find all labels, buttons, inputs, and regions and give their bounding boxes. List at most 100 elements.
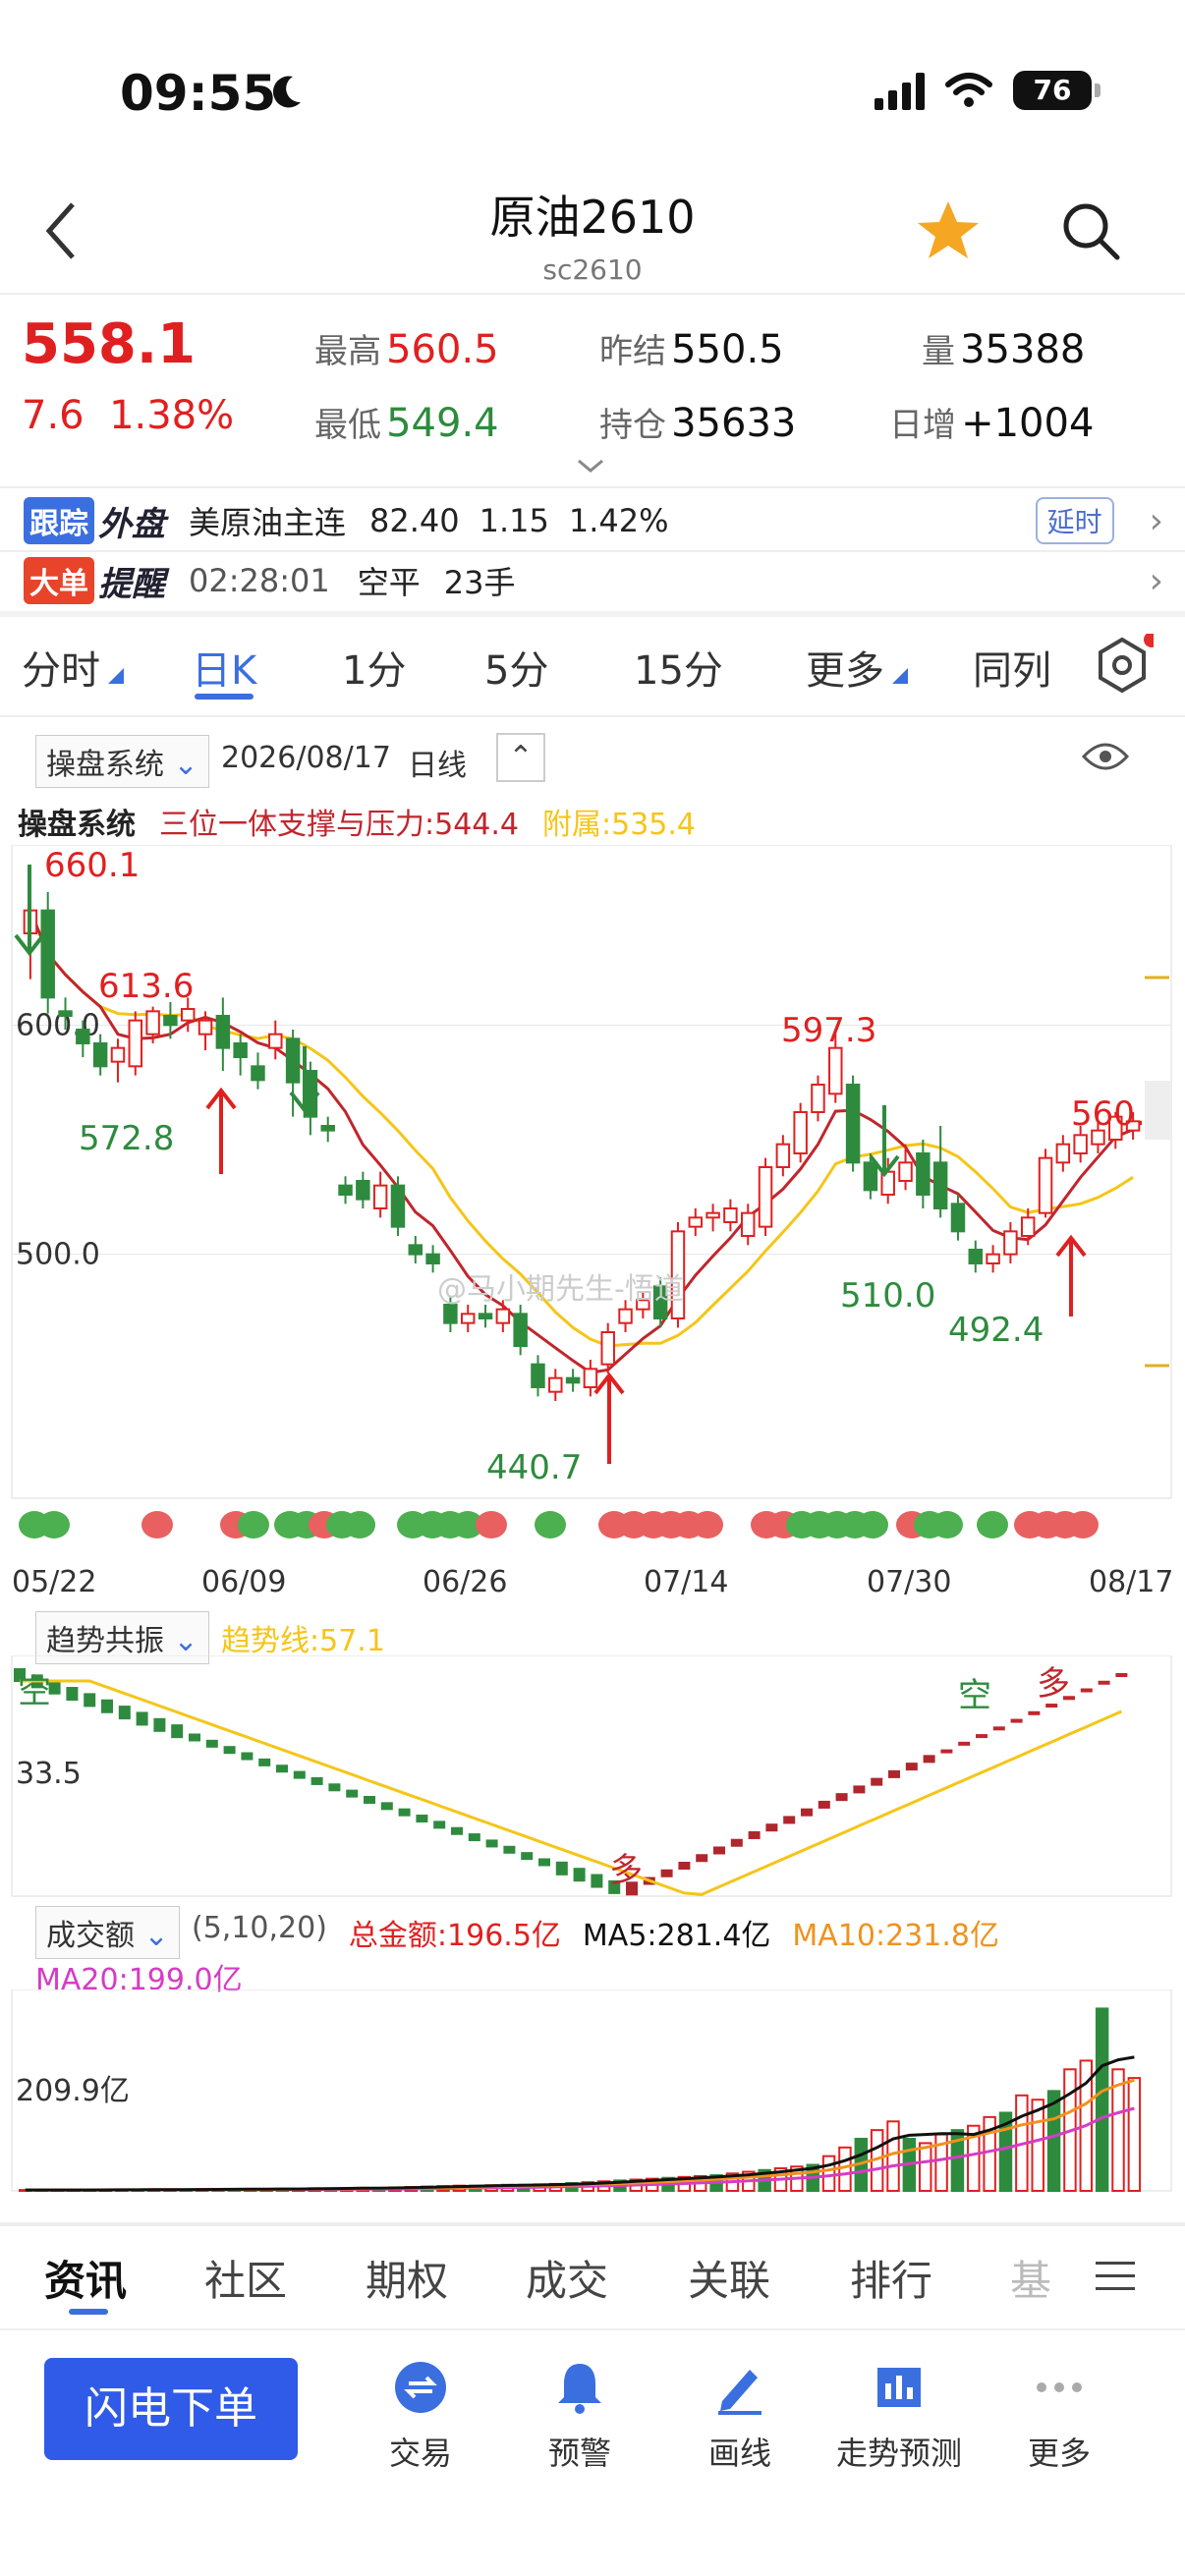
- candle-body: [932, 1161, 948, 1210]
- menu-icon[interactable]: [1096, 2260, 1135, 2293]
- trend-bar: [783, 1816, 796, 1824]
- nav-draw[interactable]: 画线: [661, 2358, 818, 2474]
- candle-body: [92, 1042, 108, 1068]
- tab-fundamentals[interactable]: 基: [1010, 2248, 1051, 2308]
- trend-label: 多: [609, 1851, 643, 1890]
- nav-trade[interactable]: 交易: [342, 2358, 499, 2474]
- trend-bar: [678, 1862, 691, 1871]
- open-interest-field: 持仓 35633: [599, 398, 796, 446]
- turnover-bar: [1127, 2077, 1142, 2192]
- nav-more[interactable]: 更多: [981, 2358, 1138, 2474]
- turnover-legend: (5,10,20) 总金额:196.5亿 MA5:281.4亿 MA10:231…: [192, 1911, 999, 1954]
- alert-type: 空平: [357, 564, 421, 601]
- nav-divider: [0, 2328, 1185, 2330]
- turnover-dropdown[interactable]: 成交额 ⌄: [35, 1906, 180, 1959]
- page-title: 原油2610: [489, 191, 696, 244]
- candle-body: [740, 1211, 756, 1237]
- tab-timeshare[interactable]: 分时: [22, 639, 100, 696]
- x-tick-label: 07/14: [644, 1565, 728, 1599]
- ai-marker: [977, 1511, 1008, 1539]
- nav-trade-label: 交易: [388, 2435, 452, 2472]
- trend-bar: [136, 1711, 148, 1726]
- collapse-button[interactable]: ⌃: [496, 733, 545, 782]
- tab-options[interactable]: 期权: [366, 2248, 448, 2308]
- tab-same-list[interactable]: 同列: [973, 639, 1051, 696]
- trend-bar: [713, 1846, 725, 1855]
- chevron-down-icon: ⌄: [173, 748, 198, 782]
- price-annotation: 492.4: [948, 1311, 1044, 1350]
- chevron-down-icon: ⌄: [143, 1919, 169, 1953]
- candle-body: [811, 1084, 825, 1113]
- header-divider: [0, 293, 1185, 295]
- tab-5min[interactable]: 5分: [484, 639, 548, 696]
- turnover-dropdown-label: 成交额: [46, 1919, 135, 1953]
- system-dropdown[interactable]: 操盘系统 ⌄: [35, 735, 209, 788]
- tab-15min[interactable]: 15分: [634, 639, 723, 696]
- candle-body: [285, 1037, 301, 1084]
- trend-line: [20, 1679, 1123, 1896]
- candle-body: [372, 1184, 388, 1209]
- price-annotation: 597.3: [781, 1011, 876, 1050]
- tab-news[interactable]: 资讯: [44, 2248, 127, 2308]
- candle-body: [180, 1008, 196, 1022]
- tab-ranking[interactable]: 排行: [850, 2248, 932, 2308]
- x-tick-label: 08/17: [1089, 1565, 1173, 1599]
- candle-body: [268, 1033, 283, 1049]
- cellular-signal-icon: [875, 71, 925, 110]
- trend-bar: [485, 1839, 498, 1848]
- trend-bar: [923, 1755, 935, 1764]
- news-tab-indicator: [69, 2309, 108, 2315]
- settings-hex-icon[interactable]: [1091, 634, 1154, 697]
- tab-related[interactable]: 关联: [688, 2248, 770, 2308]
- low-field: 最低 549.4: [314, 398, 499, 446]
- ai-marker: [38, 1511, 70, 1539]
- trend-chart: 33.5空多空多: [11, 1655, 1172, 1897]
- track-row[interactable]: 跟踪 外盘 美原油主连 82.40 1.15 1.42% 延时 ›: [24, 496, 1163, 545]
- x-tick-label: 06/09: [201, 1565, 286, 1599]
- trend-bar: [1045, 1704, 1058, 1708]
- trend-bar: [1010, 1718, 1023, 1723]
- big-order-tag: 大单: [24, 557, 94, 604]
- search-icon[interactable]: [1056, 196, 1125, 265]
- candle-body: [758, 1166, 773, 1228]
- trend-bar: [189, 1733, 200, 1742]
- tab-1min[interactable]: 1分: [342, 639, 406, 696]
- ai-marker: [476, 1511, 507, 1539]
- tab-community[interactable]: 社区: [204, 2248, 287, 2308]
- candle-body: [583, 1368, 598, 1388]
- candle-body: [145, 1010, 160, 1036]
- tab-daily-k[interactable]: 日K: [192, 639, 256, 696]
- trend-bar: [958, 1741, 971, 1746]
- pen-icon: [718, 2370, 762, 2415]
- candle-body: [688, 1216, 704, 1228]
- tab-more[interactable]: 更多: [806, 639, 884, 696]
- trend-bar: [538, 1858, 550, 1867]
- change-percent: 1.38%: [109, 393, 235, 438]
- favorite-star-icon[interactable]: [914, 196, 983, 265]
- tab-trades[interactable]: 成交: [526, 2248, 608, 2308]
- trend-label: 空: [958, 1676, 991, 1715]
- candle-body: [565, 1376, 581, 1384]
- eye-icon[interactable]: [1081, 739, 1130, 774]
- quote-divider: [0, 486, 1185, 488]
- flash-order-button[interactable]: 闪电下单: [44, 2358, 298, 2460]
- trend-bar: [871, 1777, 883, 1786]
- expand-chevron-icon[interactable]: [575, 457, 606, 476]
- bottom-divider: [0, 2222, 1185, 2226]
- candlestick-chart[interactable]: 600.0500.0660.1613.6572.8440.7597.3510.0…: [0, 845, 1185, 1611]
- trade-icon: [395, 2362, 446, 2413]
- candle-body: [320, 1125, 335, 1132]
- candle-body: [863, 1161, 878, 1192]
- low-label: 最低: [314, 406, 381, 445]
- nav-forecast[interactable]: 走势预测: [820, 2358, 978, 2474]
- chevron-down-icon: ⌄: [173, 1624, 198, 1658]
- candle-body: [110, 1046, 126, 1063]
- ai-marker: [1067, 1511, 1099, 1539]
- alert-row[interactable]: 大单 提醒 02:28:01 空平 23手 ›: [24, 556, 1163, 605]
- candle-body: [968, 1249, 984, 1264]
- trend-label: 多: [1037, 1664, 1070, 1704]
- candle-body: [705, 1211, 720, 1219]
- candle-body: [390, 1184, 406, 1228]
- candle-body: [548, 1376, 563, 1393]
- nav-alert[interactable]: 预警: [501, 2358, 658, 2474]
